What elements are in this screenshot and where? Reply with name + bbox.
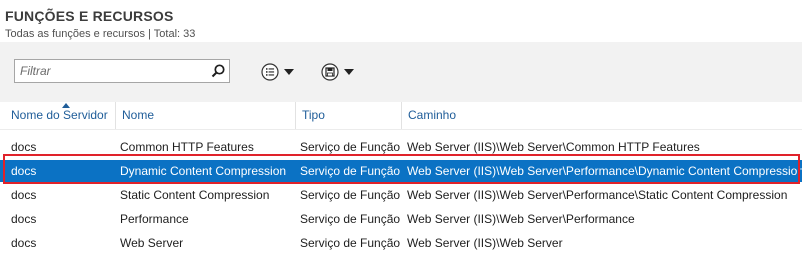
table-row[interactable]: docs Web Server Serviço de Função Web Se… (0, 232, 802, 254)
save-icon (321, 63, 339, 81)
cell-server: docs (11, 236, 37, 250)
page-title: FUNÇÕES E RECURSOS (5, 8, 174, 24)
chevron-down-icon (284, 69, 294, 75)
cell-path: Web Server (IIS)\Web Server\Common HTTP … (407, 140, 700, 154)
cell-server: docs (11, 188, 37, 202)
column-header-name[interactable]: Nome (115, 102, 295, 129)
sort-ascending-icon (62, 103, 70, 108)
cell-path: Web Server (IIS)\Web Server\Performance\… (407, 164, 802, 178)
column-header-label: Caminho (408, 108, 457, 122)
cell-path: Web Server (IIS)\Web Server (407, 236, 563, 250)
cell-name: Static Content Compression (120, 188, 270, 202)
filter-input[interactable] (15, 60, 205, 82)
column-header-server[interactable]: Nome do Servidor (5, 102, 115, 129)
page-subtitle: Todas as funções e recursos | Total: 33 (5, 28, 196, 40)
column-header-type[interactable]: Tipo (295, 102, 401, 129)
cell-type: Serviço de Função (300, 188, 401, 202)
table-row[interactable]: docs Performance Serviço de Função Web S… (0, 208, 802, 230)
toolbar (0, 42, 802, 102)
cell-server: docs (11, 140, 37, 154)
chevron-down-icon (344, 69, 354, 75)
column-header-label: Nome (122, 108, 155, 122)
header-divider (0, 129, 802, 130)
cell-name: Performance (120, 212, 189, 226)
cell-server: docs (11, 212, 37, 226)
cell-name: Web Server (120, 236, 184, 250)
cell-name: Common HTTP Features (120, 140, 254, 154)
filter-box[interactable] (14, 59, 230, 83)
table-row-selected[interactable]: docs Dynamic Content Compression Serviço… (0, 160, 802, 182)
cell-name: Dynamic Content Compression (120, 164, 287, 178)
table-row[interactable]: docs Common HTTP Features Serviço de Fun… (0, 136, 802, 158)
cell-type: Serviço de Função (300, 236, 401, 250)
column-header-label: Nome do Servidor (11, 108, 108, 122)
cell-type: Serviço de Função (300, 164, 401, 178)
list-options-icon (261, 63, 279, 81)
save-options-button[interactable] (321, 61, 354, 83)
list-options-button[interactable] (261, 61, 294, 83)
cell-path: Web Server (IIS)\Web Server\Performance\… (407, 188, 788, 202)
search-icon[interactable] (210, 63, 226, 79)
cell-type: Serviço de Função (300, 140, 401, 154)
table-row[interactable]: docs Static Content Compression Serviço … (0, 184, 802, 206)
cell-path: Web Server (IIS)\Web Server\Performance (407, 212, 635, 226)
column-header-path[interactable]: Caminho (401, 102, 802, 129)
cell-type: Serviço de Função (300, 212, 401, 226)
column-header-label: Tipo (302, 108, 325, 122)
cell-server: docs (11, 164, 37, 178)
